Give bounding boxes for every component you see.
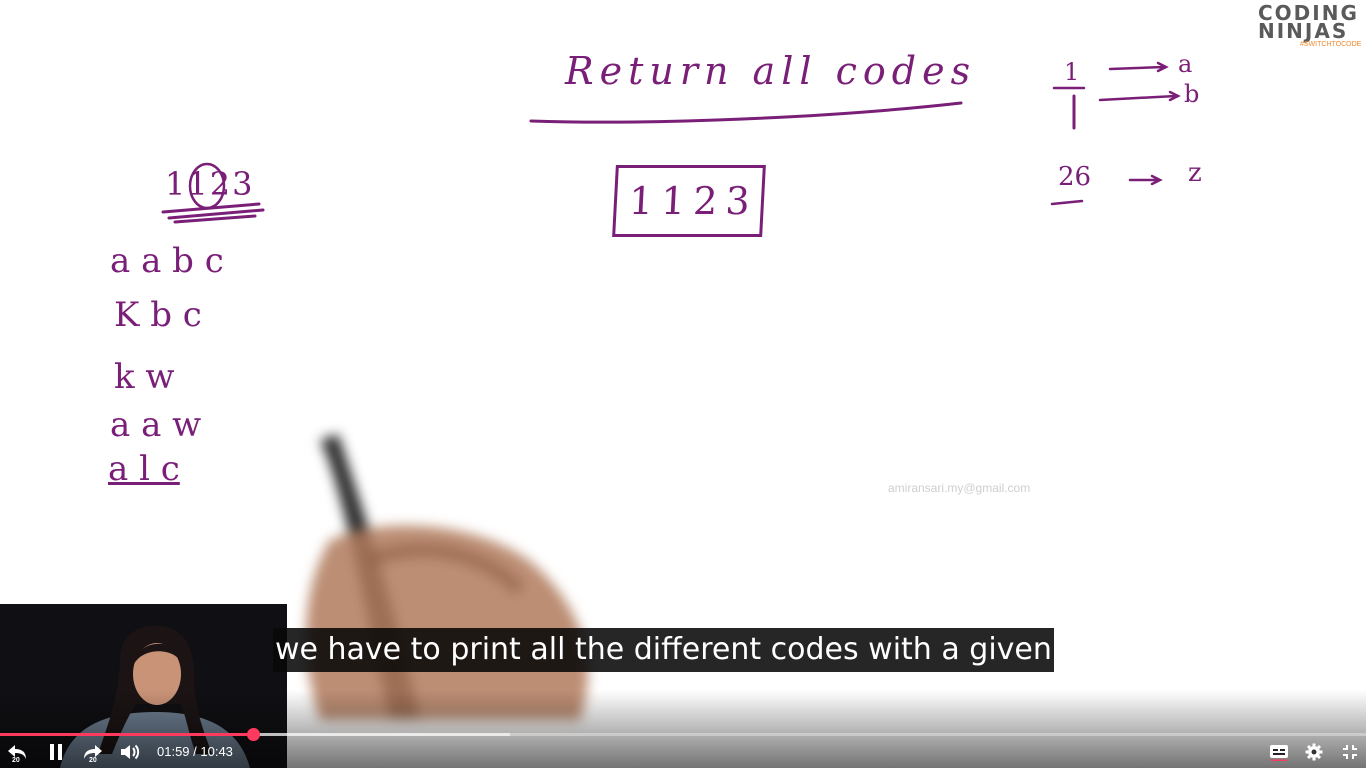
subtitle-caption: we have to print all the different codes… <box>273 628 1054 672</box>
boxed-number: 1123 <box>612 165 766 237</box>
input-digits-scribble <box>161 162 265 224</box>
code-list-item: k w <box>114 357 175 397</box>
code-list-item: K b c <box>114 295 202 335</box>
email-watermark: amiransari.my@gmail.com <box>888 481 1031 495</box>
code-list-item: a a b c <box>110 241 224 281</box>
exit-fullscreen-icon <box>1343 745 1357 759</box>
seek-bar-played <box>0 733 253 736</box>
video-player[interactable]: Return all codes 1123 1123 a a b c K b c… <box>0 0 1366 768</box>
time-display: 01:59 / 10:43 <box>157 744 233 759</box>
settings-button[interactable] <box>1302 740 1326 764</box>
pause-button[interactable] <box>44 740 68 764</box>
volume-icon <box>121 744 140 760</box>
brand-line2: NINJAS <box>1258 19 1349 43</box>
skip-forward-seconds: 20 <box>89 757 97 764</box>
captions-button[interactable] <box>1266 740 1292 764</box>
exit-fullscreen-button[interactable] <box>1338 740 1362 764</box>
code-list-item: a l c <box>108 449 180 489</box>
mapping-arrows <box>1050 61 1181 206</box>
pause-icon <box>50 744 62 760</box>
settings-icon <box>1305 743 1323 761</box>
seek-bar[interactable] <box>0 728 1366 741</box>
skip-back-seconds: 20 <box>12 757 20 764</box>
skip-back-button[interactable]: 20 <box>4 740 30 764</box>
code-list-item: a a w <box>110 405 202 445</box>
volume-button[interactable] <box>118 740 142 764</box>
title-underline <box>529 101 963 124</box>
brand-tagline: #SWITCHTOCODE <box>1300 41 1362 48</box>
captions-icon <box>1270 745 1288 761</box>
presenter-hand <box>306 434 588 720</box>
board-title: Return all codes <box>565 49 977 93</box>
seek-bar-handle[interactable] <box>246 728 260 741</box>
skip-forward-button[interactable]: 20 <box>80 740 106 764</box>
brand-logo: CODING NINJAS #SWITCHTOCODE <box>1258 3 1362 48</box>
